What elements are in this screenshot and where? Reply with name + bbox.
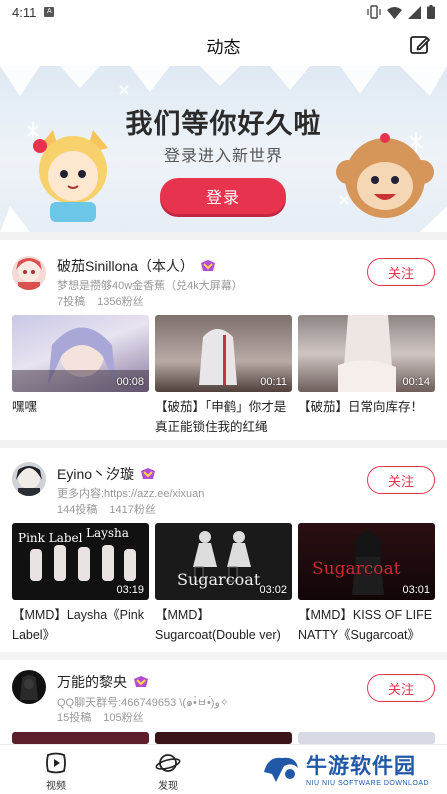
thumbnail-caption: Sugarcoat	[177, 570, 261, 589]
video-thumbnail[interactable]: 00:08	[12, 315, 149, 392]
video-duration: 00:14	[402, 376, 430, 388]
fan-count: 1417粉丝	[109, 504, 156, 516]
tab-label: 视频	[46, 781, 66, 792]
username[interactable]: Eyino丶汐璇	[57, 464, 134, 484]
battery-icon	[427, 5, 435, 19]
signal-icon	[408, 5, 421, 19]
wifi-icon	[387, 6, 402, 19]
avatar[interactable]	[12, 256, 46, 290]
video-play-icon	[46, 752, 66, 774]
top-nav-bar: 动态	[0, 24, 447, 66]
user-card: 破茄Sinillona（本人） 梦想是攒够40w金香蕉（兑4k大屏幕） 7投稿 1…	[0, 240, 447, 440]
tab-discover[interactable]: 发现	[148, 751, 188, 792]
video-duration: 03:19	[116, 584, 144, 596]
post-count: 15投稿	[57, 712, 92, 724]
watermark-title: 牛游软件园	[306, 755, 416, 778]
video-title[interactable]: 嘿嘿	[12, 397, 152, 417]
fan-count: 105粉丝	[103, 712, 144, 724]
avatar[interactable]	[12, 462, 46, 496]
banner-subline: 登录进入新世界	[163, 148, 283, 165]
login-button[interactable]: 登录	[160, 178, 286, 214]
status-time: 4:11	[12, 4, 37, 20]
video-duration: 00:11	[260, 376, 287, 388]
tab-label: 发现	[158, 781, 178, 792]
niuyou-logo-icon	[264, 757, 298, 782]
planet-icon	[155, 754, 181, 772]
thumbnail-caption: Pink Label	[18, 531, 83, 545]
video-title[interactable]: 【MMD】KISS OF LIFE NATTY《Sugarcoat》	[298, 605, 438, 645]
vip-badge-icon	[134, 676, 148, 687]
username-row[interactable]: 破茄Sinillona（本人）	[57, 256, 216, 276]
user-stats: 15投稿 105粉丝	[57, 709, 144, 725]
username-row[interactable]: Eyino丶汐璇	[57, 464, 156, 484]
video-thumbnail[interactable]: 00:14	[298, 315, 435, 392]
watermark-logo: 牛游软件园 NIU NIU SOFTWARE DOWNLOAD	[262, 750, 429, 787]
section-divider	[0, 232, 447, 240]
video-thumbnail[interactable]	[298, 732, 435, 744]
username-row[interactable]: 万能的黎央	[57, 672, 149, 692]
login-banner[interactable]: 我们等你好久啦 登录进入新世界 登录	[0, 66, 447, 232]
video-thumbnail[interactable]	[12, 732, 149, 744]
thumbnail-caption: Laysha	[86, 526, 129, 540]
post-count: 144投稿	[57, 504, 98, 516]
video-thumbnail[interactable]: Pink Label Laysha 03:19	[12, 523, 149, 600]
user-stats: 7投稿 1356粉丝	[57, 293, 144, 309]
follow-button[interactable]: 关注	[367, 674, 435, 702]
fan-count: 1356粉丝	[97, 296, 144, 308]
follow-button[interactable]: 关注	[367, 466, 435, 494]
sim-icon: A	[44, 7, 55, 17]
post-count: 7投稿	[57, 296, 86, 308]
username[interactable]: 破茄Sinillona（本人）	[57, 256, 194, 276]
vip-badge-icon	[141, 468, 156, 479]
follow-button[interactable]: 关注	[367, 258, 435, 286]
section-divider	[0, 652, 447, 660]
page-title: 动态	[206, 37, 241, 57]
video-duration: 03:01	[402, 584, 430, 596]
vibrate-icon	[367, 5, 381, 19]
video-thumbnail[interactable]	[155, 732, 292, 744]
video-title[interactable]: 【MMD】Laysha《Pink Label》	[12, 605, 152, 645]
avatar[interactable]	[12, 670, 46, 704]
banner-headline: 我们等你好久啦	[125, 109, 322, 139]
video-thumbnail[interactable]: 00:11	[155, 315, 292, 392]
username[interactable]: 万能的黎央	[57, 672, 127, 692]
edit-icon[interactable]	[409, 34, 431, 56]
watermark-subtitle: NIU NIU SOFTWARE DOWNLOAD	[306, 780, 430, 787]
tab-video[interactable]: 视频	[36, 751, 76, 792]
video-title[interactable]: 【MMD】Sugarcoat(Double ver)	[155, 605, 295, 645]
video-thumbnail[interactable]: Sugarcoat 03:02	[155, 523, 292, 600]
section-divider	[0, 440, 447, 448]
video-thumbnail[interactable]: Sugarcoat 03:01	[298, 523, 435, 600]
video-title[interactable]: 【破茄】「申鹤」你才是真正能锁住我的红绳	[155, 397, 295, 437]
status-bar: 4:11 A	[0, 0, 447, 24]
thumbnail-caption: Sugarcoat	[312, 559, 401, 579]
user-stats: 144投稿 1417粉丝	[57, 501, 156, 517]
user-card: 万能的黎央 QQ聊天群号:466749653 \(๑•̀ㅂ•́)و✧ 15投稿 1…	[0, 660, 447, 744]
user-signature: 更多内容:https://azz.ee/xixuan	[57, 488, 205, 500]
vip-badge-icon	[200, 260, 215, 271]
user-card: Eyino丶汐璇 更多内容:https://azz.ee/xixuan 144投…	[0, 448, 447, 658]
video-duration: 00:08	[116, 376, 144, 388]
user-signature: 梦想是攒够40w金香蕉（兑4k大屏幕）	[57, 280, 243, 292]
video-title[interactable]: 【破茄】日常向库存！	[298, 397, 438, 417]
video-duration: 03:02	[259, 584, 287, 596]
